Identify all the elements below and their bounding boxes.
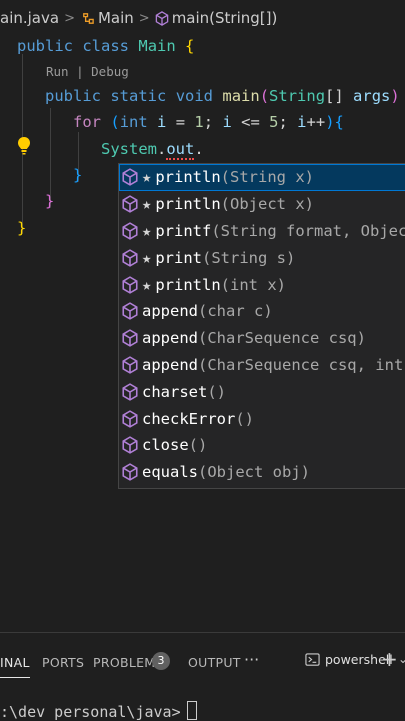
suggest-item[interactable]: ★ println (Object x) bbox=[119, 191, 405, 218]
breadcrumb: ain.java > Main > main(String[]) bbox=[0, 6, 405, 30]
method-cube-icon bbox=[122, 195, 138, 213]
method-cube-icon bbox=[122, 409, 138, 428]
method-cube-icon bbox=[122, 329, 138, 347]
powershell-terminal-button[interactable]: powershell bbox=[305, 652, 393, 667]
breadcrumb-class-label: Main bbox=[97, 9, 134, 27]
breadcrumb-method[interactable]: main(String[]) bbox=[155, 9, 278, 27]
code-line-4: System.out. bbox=[101, 140, 204, 160]
suggest-item[interactable]: append (CharSequence csq) bbox=[119, 325, 405, 352]
suggest-item-name: println bbox=[155, 195, 221, 214]
star-icon: ★ bbox=[142, 275, 152, 294]
codelens-run-debug[interactable]: Run | Debug bbox=[46, 64, 129, 79]
suggest-item-name: checkError bbox=[142, 409, 236, 428]
suggest-item-signature: (String format, Object... args) bbox=[211, 221, 405, 240]
code-line-2: public static void main(String[] args) { bbox=[45, 87, 400, 105]
code-line-1: public class Main { bbox=[17, 37, 195, 55]
star-icon: ★ bbox=[142, 248, 152, 267]
suggest-item-signature: (String s) bbox=[202, 248, 296, 267]
suggest-item-signature: (CharSequence csq) bbox=[198, 329, 366, 348]
method-cube-icon bbox=[155, 10, 168, 26]
code-line-5: } bbox=[73, 166, 83, 184]
suggest-item-signature: () bbox=[188, 436, 208, 455]
suggest-item-name: print bbox=[155, 248, 203, 267]
star-icon: ★ bbox=[142, 195, 152, 214]
suggest-item-signature: () bbox=[207, 382, 226, 401]
method-cube-icon bbox=[122, 382, 138, 401]
suggest-item[interactable]: ★ println (int x) bbox=[119, 271, 405, 298]
suggest-item-signature: (int x) bbox=[220, 275, 286, 294]
suggest-widget[interactable]: ★ println (String x) ★ println (Object x) ★ pri… bbox=[118, 163, 405, 489]
terminal-cursor bbox=[186, 701, 197, 720]
panel-divider bbox=[0, 632, 405, 633]
chevron-right-icon: > bbox=[64, 10, 75, 26]
terminal-icon bbox=[305, 653, 320, 666]
terminal-prompt-line[interactable]: :\dev personal\java> bbox=[0, 701, 197, 721]
suggest-item-signature: (CharSequence csq, int start, int end) bbox=[198, 355, 405, 374]
suggest-item-signature: () bbox=[235, 409, 254, 428]
suggest-item[interactable]: close() bbox=[119, 432, 405, 459]
suggest-item-signature: (Object obj) bbox=[198, 463, 310, 482]
code-line-3: for (int i = 1; i <= 5; i++){ bbox=[73, 113, 344, 131]
breadcrumb-class[interactable]: Main bbox=[80, 9, 134, 27]
more-actions-button[interactable]: ··· bbox=[244, 650, 259, 669]
method-cube-icon bbox=[122, 436, 138, 455]
class-icon bbox=[83, 12, 94, 24]
suggest-item[interactable]: checkError() bbox=[119, 405, 405, 432]
method-cube-icon bbox=[122, 275, 138, 294]
tab-terminal[interactable]: INAL bbox=[0, 655, 30, 678]
suggest-item[interactable]: append (char c) bbox=[119, 298, 405, 325]
suggest-item-signature: (String x) bbox=[220, 168, 314, 187]
method-cube-icon bbox=[122, 302, 138, 321]
lightbulb-icon[interactable] bbox=[16, 136, 32, 156]
suggest-item-name: append bbox=[142, 329, 198, 348]
suggest-item-name: append bbox=[142, 355, 198, 374]
suggest-item-signature: (Object x) bbox=[220, 195, 314, 214]
code-line-6: } bbox=[45, 192, 55, 210]
method-cube-icon bbox=[122, 168, 138, 187]
chevron-right-icon: > bbox=[138, 10, 150, 26]
suggest-item-name: equals bbox=[142, 463, 198, 482]
new-terminal-button[interactable]: + bbox=[381, 647, 398, 671]
chevron-down-icon[interactable]: ⌄ bbox=[398, 652, 405, 666]
problems-count-badge: 3 bbox=[152, 652, 170, 670]
suggest-item[interactable]: ★printf(String format, Object... args) bbox=[119, 218, 405, 245]
method-cube-icon bbox=[122, 248, 138, 267]
breadcrumb-method-label: main(String[]) bbox=[171, 9, 278, 27]
suggest-item-name: printf bbox=[155, 221, 212, 240]
suggest-item-name: charset bbox=[142, 382, 208, 401]
tab-output[interactable]: OUTPUT bbox=[188, 655, 241, 670]
panel-tab-bar: INAL PORTS PROBLEMS 3 OUTPUT ··· powersh… bbox=[0, 647, 405, 678]
method-cube-icon bbox=[122, 222, 138, 240]
suggest-item-name: close bbox=[142, 436, 189, 455]
suggest-item[interactable]: equals (Object obj) bbox=[119, 459, 405, 486]
suggest-item-name: append bbox=[142, 302, 198, 321]
method-cube-icon bbox=[122, 356, 138, 374]
star-icon: ★ bbox=[142, 221, 152, 240]
terminal-prompt: :\dev personal\java> bbox=[0, 703, 181, 721]
breadcrumb-file-label: ain.java bbox=[0, 9, 60, 27]
method-cube-icon bbox=[122, 463, 138, 481]
suggest-item[interactable]: ★ println (String x) bbox=[119, 164, 405, 191]
suggest-item[interactable]: charset() bbox=[119, 378, 405, 405]
star-icon: ★ bbox=[142, 168, 152, 187]
suggest-item-signature: (char c) bbox=[198, 302, 273, 321]
tab-ports[interactable]: PORTS bbox=[42, 655, 84, 670]
suggest-item[interactable]: append(CharSequence csq, int start, int … bbox=[119, 352, 405, 379]
suggest-item-name: println bbox=[155, 168, 221, 187]
suggest-item[interactable]: ★ print (String s) bbox=[119, 244, 405, 271]
breadcrumb-file[interactable]: ain.java bbox=[0, 9, 59, 27]
code-line-7: } bbox=[17, 219, 27, 237]
suggest-item-name: println bbox=[155, 275, 221, 294]
